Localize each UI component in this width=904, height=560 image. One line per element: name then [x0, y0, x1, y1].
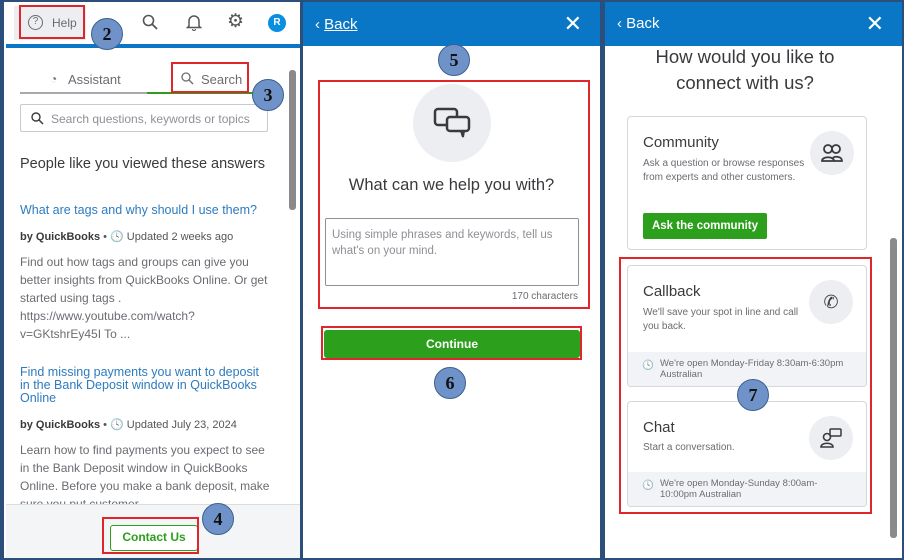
- search-icon: [31, 112, 44, 125]
- ask-community-button[interactable]: Ask the community: [643, 213, 767, 239]
- search-placeholder: Search questions, keywords or topics: [51, 112, 250, 126]
- article-snippet: Learn how to find payments you expect to…: [20, 443, 270, 505]
- scrollbar[interactable]: [890, 238, 897, 538]
- article-author: by QuickBooks: [20, 419, 101, 431]
- close-icon[interactable]: ✕: [866, 11, 884, 37]
- article-updated: Updated 2 weeks ago: [126, 231, 234, 243]
- article-link[interactable]: Find missing payments you want to deposi…: [20, 366, 270, 405]
- scrollbar-thumb[interactable]: [289, 70, 296, 210]
- gear-icon[interactable]: ⚙: [227, 10, 244, 33]
- panel-header: ‹ Back ✕: [303, 2, 600, 46]
- step-badge: 6: [434, 367, 466, 399]
- annotation-box: [102, 517, 199, 554]
- card-desc: Ask a question or browse responses from …: [643, 158, 805, 183]
- article-item: What are tags and why should I use them?…: [20, 204, 270, 343]
- article-item: Find missing payments you want to deposi…: [20, 365, 270, 506]
- article-link[interactable]: What are tags and why should I use them?: [20, 204, 270, 217]
- article-author: by QuickBooks: [20, 231, 101, 243]
- search-icon[interactable]: [142, 14, 158, 30]
- header-divider: [6, 44, 300, 48]
- step-badge: 2: [91, 18, 123, 50]
- annotation-box: [321, 326, 582, 360]
- annotation-box: [318, 80, 590, 309]
- tab-label: Assistant: [68, 72, 121, 87]
- assistant-icon: ◔: [50, 72, 58, 86]
- avatar[interactable]: R: [268, 14, 286, 32]
- bell-icon[interactable]: [186, 13, 202, 31]
- community-icon: [810, 131, 854, 175]
- step-badge: 3: [252, 79, 284, 111]
- step-badge: 4: [202, 503, 234, 535]
- annotation-box: [171, 62, 249, 93]
- back-button[interactable]: ‹ Back: [315, 16, 358, 33]
- panel-heading: How would you like to connect with us?: [655, 46, 835, 93]
- tab-assistant[interactable]: ◔ Assistant: [20, 66, 148, 94]
- section-heading: People like you viewed these answers: [20, 156, 266, 172]
- community-card: Community Ask a question or browse respo…: [627, 116, 867, 250]
- close-icon[interactable]: ✕: [564, 11, 582, 37]
- back-button[interactable]: ‹ Back: [617, 15, 660, 32]
- step-badge: 7: [737, 379, 769, 411]
- search-input[interactable]: Search questions, keywords or topics: [20, 104, 268, 132]
- panel-header: ‹ Back ✕: [605, 2, 902, 46]
- article-snippet: Find out how tags and groups can give yo…: [20, 255, 268, 341]
- annotation-box: [19, 5, 85, 39]
- article-updated: Updated July 23, 2024: [126, 419, 237, 431]
- step-badge: 5: [438, 44, 470, 76]
- card-title: Community: [643, 134, 719, 151]
- scrollbar[interactable]: [289, 66, 296, 506]
